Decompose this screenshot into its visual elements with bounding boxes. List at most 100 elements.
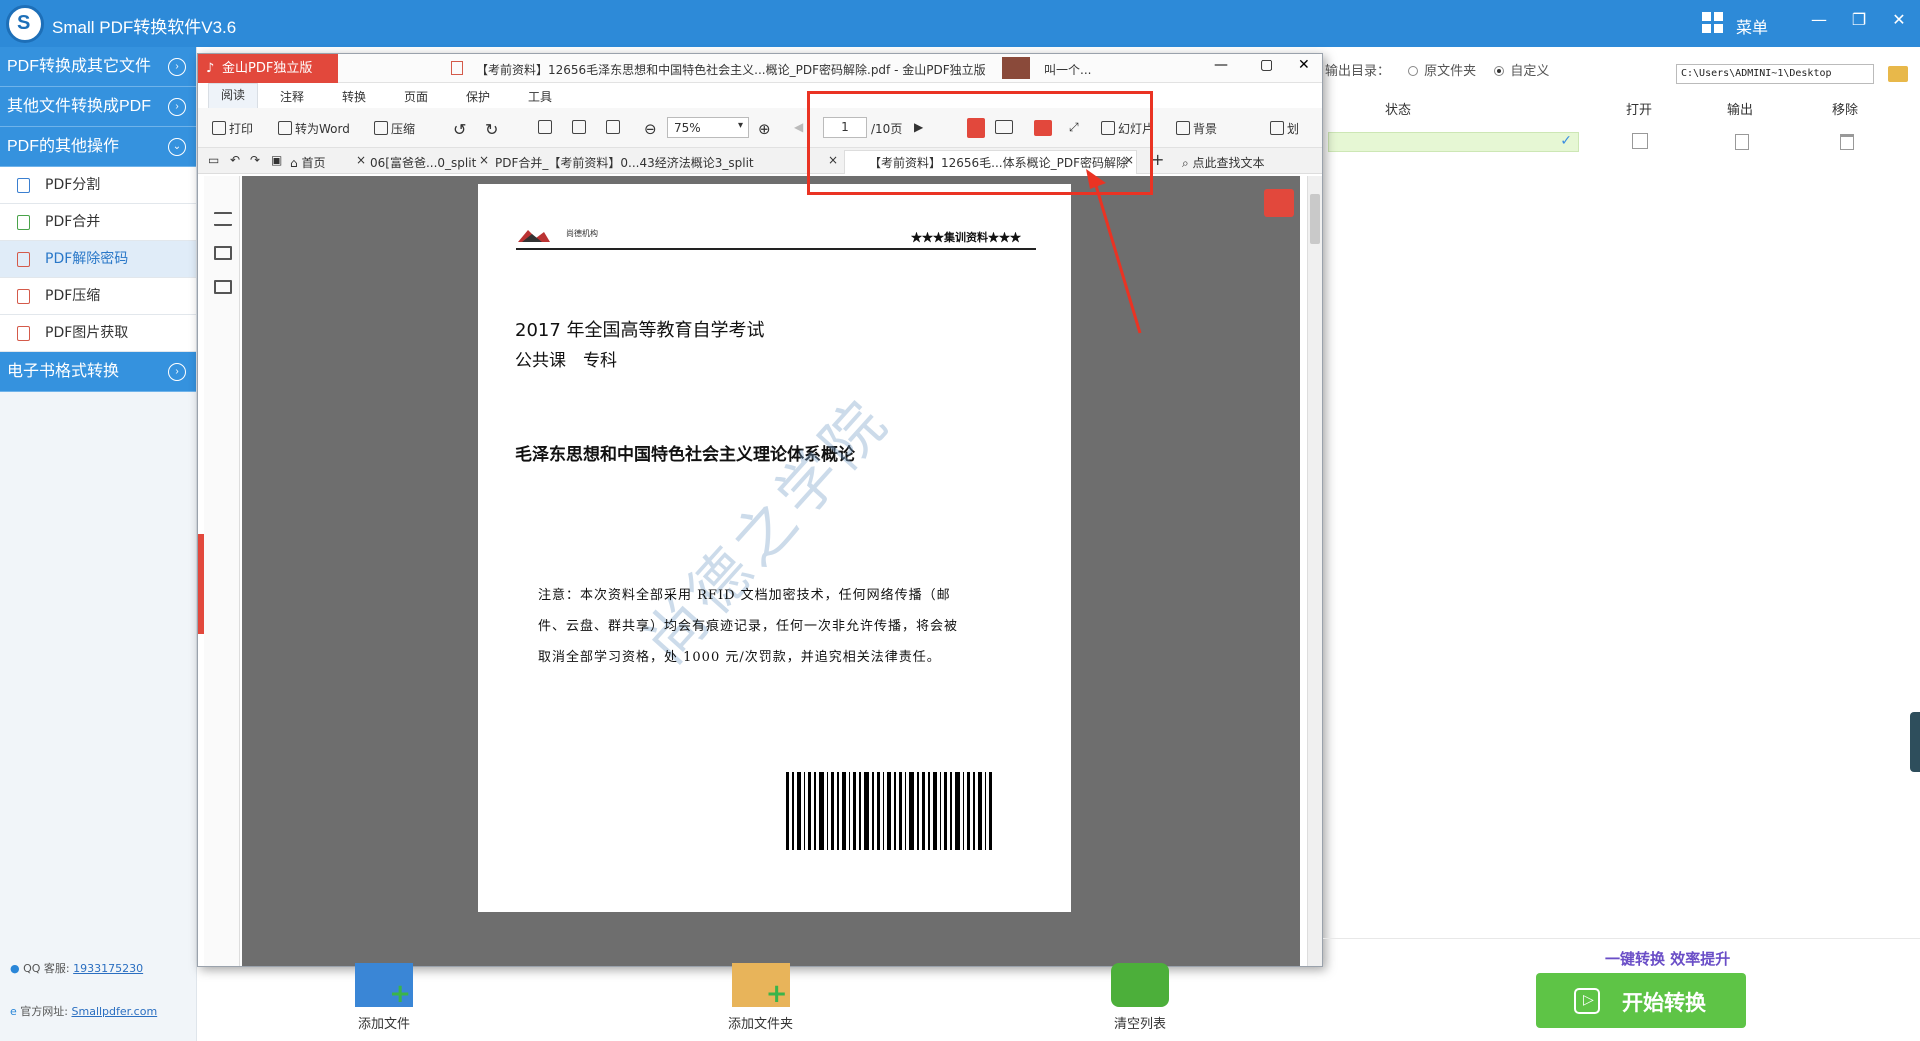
zoom-out-icon[interactable]: ⊖ [644, 120, 657, 138]
sidebar-item-image-extract[interactable]: PDF图片获取 [0, 315, 196, 352]
trash-icon[interactable] [1840, 134, 1854, 150]
play-icon: ▷ [1574, 988, 1600, 1014]
sidebar: PDF转换成其它文件 › 其他文件转换成PDF › PDF的其他操作 ⌄ PDF分割 … [0, 47, 197, 1041]
output-path-input[interactable]: C:\Users\ADMINI~1\Desktop [1676, 64, 1874, 84]
undo-icon[interactable]: ↶ [230, 153, 240, 167]
print-button[interactable]: 打印 [212, 120, 253, 138]
collapse-handle[interactable] [198, 534, 204, 634]
translate-button[interactable]: 划 [1270, 120, 1299, 138]
rotate-right-icon[interactable]: ↻ [485, 120, 498, 139]
doc-tab[interactable]: PDF合并_【考前资料】0...43经济法概论3_split [495, 154, 754, 171]
tab-page[interactable]: 页面 [404, 88, 428, 105]
sidebar-item-split[interactable]: PDF分割 [0, 167, 196, 204]
zoom-value: 75% [674, 121, 701, 135]
caret-down-icon: ▾ [737, 120, 743, 131]
menu-button[interactable]: 菜单 [1702, 11, 1782, 37]
minimize-icon[interactable]: — [1214, 57, 1228, 73]
outline-icon[interactable] [214, 212, 232, 226]
pdf-scrollbar[interactable] [1307, 176, 1322, 966]
translate-label: 划 [1287, 122, 1300, 136]
close-icon[interactable]: ✕ [1885, 10, 1913, 32]
close-icon[interactable]: ✕ [1298, 57, 1310, 73]
radio-original[interactable] [1408, 66, 1419, 76]
close-tab-icon[interactable]: × [479, 153, 489, 167]
zoom-in-icon[interactable]: ⊕ [758, 120, 771, 138]
save-icon[interactable]: ▣ [271, 153, 282, 167]
radio-custom[interactable] [1494, 66, 1505, 76]
sidebar-item-merge[interactable]: PDF合并 [0, 204, 196, 241]
pdf-file-icon [17, 326, 30, 341]
actual-size-icon[interactable] [538, 120, 555, 138]
sidebar-cat-other-to-pdf[interactable]: 其他文件转换成PDF › [0, 87, 196, 127]
redo-icon[interactable]: ↷ [250, 153, 260, 167]
scroll-handle[interactable] [1910, 712, 1920, 772]
notice-text: 注意：本次资料全部采用 RFID 文档加密技术，任何网络传播（邮件、云盘、群共享… [538, 588, 959, 665]
fit-page-icon[interactable] [572, 120, 589, 138]
chevron-right-icon: › [168, 58, 186, 76]
zoom-select[interactable]: 75% ▾ [667, 117, 749, 138]
open-icon[interactable] [1632, 133, 1648, 149]
sidebar-item-remove-password[interactable]: PDF解除密码 [0, 241, 196, 278]
minimize-icon[interactable]: — [1805, 10, 1833, 32]
divider [1323, 938, 1920, 939]
search-button[interactable]: ⌕ 点此查找文本 [1182, 154, 1265, 171]
radio-custom-label: 自定义 [1510, 64, 1550, 79]
new-tab-icon[interactable]: + [1151, 150, 1164, 169]
doc-tab[interactable]: 06[富爸爸...0_split [370, 154, 476, 171]
start-convert-button[interactable]: ▷ 开始转换 [1536, 973, 1746, 1028]
open-folder-icon[interactable]: ▭ [208, 153, 219, 167]
export-icon[interactable] [1735, 134, 1749, 150]
restore-icon[interactable]: ❐ [1845, 10, 1873, 32]
doc-tab-home[interactable]: ⌂ 首页 [290, 154, 325, 171]
pdf-toolbar: 打印 转为Word 压缩 ↺ ↻ ⊖ 75% ▾ ⊕ ◀ 1 /10页 ▶ ⤢ 幻… [198, 108, 1322, 148]
translate-icon [1270, 121, 1284, 135]
background-icon [1176, 121, 1190, 135]
qq-label: QQ 客服: [23, 962, 70, 975]
col-open: 打开 [1626, 103, 1653, 118]
tab-tools[interactable]: 工具 [528, 88, 552, 105]
qq-link[interactable]: 1933175230 [73, 962, 143, 975]
prev-page-icon[interactable]: ◀ [794, 120, 803, 138]
exam-line: 2017 年全国高等教育自学考试 [515, 320, 765, 341]
sidebar-cat-label: PDF的其他操作 [7, 138, 120, 155]
sidebar-cat-pdf-other-ops[interactable]: PDF的其他操作 ⌄ [0, 127, 196, 167]
add-file-button[interactable]: + 添加文件 [355, 963, 413, 1032]
clear-list-button[interactable]: 清空列表 [1111, 963, 1169, 1032]
site-label: 官方网址: [20, 1005, 68, 1018]
comments-icon[interactable] [214, 246, 232, 260]
pdf-window-title: 【考前资料】12656毛泽东思想和中国特色社会主义...概论_PDF密码解除.p… [476, 63, 986, 77]
col-remove: 移除 [1832, 103, 1859, 118]
word-icon [278, 121, 292, 135]
app-title-bar: S Small PDF转换软件V3.6 菜单 — ❐ ✕ [0, 0, 1920, 47]
background-button[interactable]: 背景 [1176, 120, 1217, 138]
compress-icon [374, 121, 388, 135]
maximize-icon[interactable]: ▢ [1260, 57, 1273, 73]
tab-convert[interactable]: 转换 [342, 88, 366, 105]
attachment-icon[interactable] [214, 280, 232, 294]
rotate-left-icon[interactable]: ↺ [453, 120, 466, 139]
to-word-label: 转为Word [295, 122, 350, 136]
tab-read[interactable]: 阅读 [208, 83, 258, 108]
output-label: 输出目录： [1325, 64, 1391, 79]
sidebar-item-compress[interactable]: PDF压缩 [0, 278, 196, 315]
tab-protect[interactable]: 保护 [466, 88, 490, 105]
to-word-button[interactable]: 转为Word [278, 120, 350, 138]
close-tab-icon[interactable]: × [356, 153, 366, 167]
site-link[interactable]: Smallpdfer.com [72, 1005, 158, 1018]
pdf-convert-badge-icon[interactable] [1264, 189, 1294, 217]
pdf-app-badge[interactable]: ♪ 金山PDF独立版 [198, 54, 338, 83]
add-folder-icon: + [731, 963, 790, 1009]
fit-width-icon[interactable] [606, 120, 623, 138]
qq-icon: ● [10, 962, 20, 975]
scroll-thumb[interactable] [1310, 194, 1320, 244]
pdf-logo-icon: ♪ [206, 61, 215, 76]
broom-icon [1111, 963, 1169, 1007]
folder-icon[interactable] [1888, 66, 1908, 82]
sidebar-cat-pdf-to-other[interactable]: PDF转换成其它文件 › [0, 47, 196, 87]
compress-button[interactable]: 压缩 [374, 120, 415, 138]
sidebar-cat-ebook[interactable]: 电子书格式转换 › [0, 352, 196, 392]
pdf-file-icon [17, 215, 30, 230]
add-file-label: 添加文件 [357, 1017, 410, 1032]
tab-annotate[interactable]: 注释 [280, 88, 304, 105]
add-folder-button[interactable]: + 添加文件夹 [728, 963, 793, 1032]
